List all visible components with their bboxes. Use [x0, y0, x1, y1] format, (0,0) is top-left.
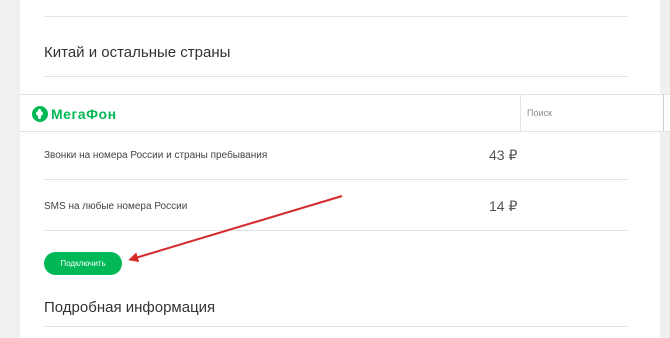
bottom-divider	[44, 326, 628, 327]
arrow-pointer-icon	[128, 195, 343, 263]
section-title-details: Подробная информация	[44, 299, 216, 316]
